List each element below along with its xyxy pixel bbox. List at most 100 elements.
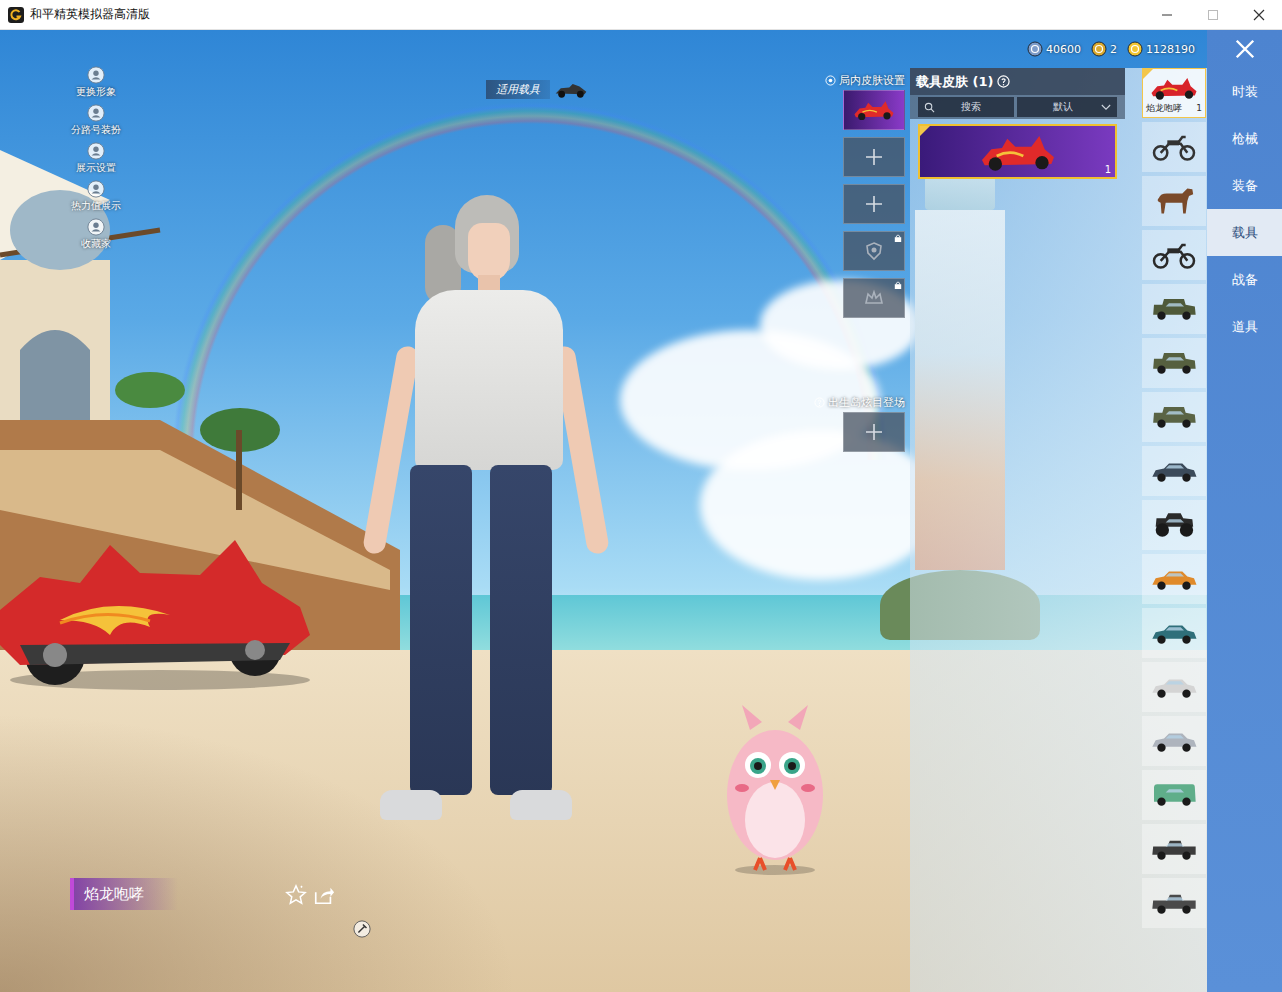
- menu-label: 更换形象: [76, 85, 116, 98]
- category-tab[interactable]: 载具: [1207, 209, 1282, 256]
- currency-amount: 1128190: [1146, 43, 1195, 56]
- category-tab[interactable]: 时装: [1207, 68, 1282, 115]
- menu-label: 展示设置: [76, 161, 116, 174]
- search-field[interactable]: 搜索: [918, 97, 1014, 117]
- panel-title: 载具皮肤 (1): [916, 73, 993, 91]
- side-menu-item[interactable]: 热力值展示: [58, 180, 134, 212]
- vehicle-icon: [1149, 132, 1199, 162]
- skin-slot[interactable]: [843, 278, 905, 318]
- category-tab[interactable]: 战备: [1207, 256, 1282, 303]
- close-window-button[interactable]: [1236, 0, 1282, 29]
- currency: 40600: [1027, 41, 1081, 57]
- currency-bar: 40600 2 1128190: [810, 30, 1207, 68]
- flame-dragon-car: [0, 515, 310, 690]
- plus-icon: [864, 194, 884, 214]
- window-title: 和平精英模拟器高清版: [30, 6, 150, 23]
- category-tabs: 时装枪械装备载具战备道具: [1207, 30, 1282, 992]
- help-icon[interactable]: [997, 75, 1010, 88]
- vehicle-item[interactable]: [1142, 284, 1206, 334]
- search-icon: [924, 102, 935, 113]
- help-icon[interactable]: [814, 397, 825, 408]
- character-shoe: [510, 790, 572, 820]
- vehicle-caption: 焰龙咆哮1: [1143, 103, 1205, 114]
- slot-group-label: 局内皮肤设置: [839, 73, 905, 88]
- tab-label: 战备: [1232, 271, 1258, 289]
- side-menu-item[interactable]: 分路号装扮: [58, 104, 134, 136]
- ship: [0, 90, 400, 650]
- close-button[interactable]: [1207, 30, 1282, 68]
- vehicle-item[interactable]: [1142, 770, 1206, 820]
- vehicle-list: 焰龙咆哮1: [1142, 68, 1206, 992]
- applicable-vehicle-label: 适用载具: [486, 80, 550, 99]
- vehicle-item[interactable]: [1142, 824, 1206, 874]
- vehicle-item[interactable]: [1142, 176, 1206, 226]
- right-area: 40600 2 1128190 局内皮肤设置出生岛炫目登场载具皮肤 (1) 搜索 默认 1 焰…: [810, 30, 1207, 992]
- tool-icon[interactable]: [353, 920, 371, 938]
- vehicle-item[interactable]: [1142, 608, 1206, 658]
- lock-icon: [894, 234, 902, 242]
- side-menu-item[interactable]: 展示设置: [58, 142, 134, 174]
- menu-icon: [87, 218, 105, 236]
- selected-corner: [920, 126, 930, 136]
- close-icon: [1253, 9, 1265, 21]
- menu-icon: [87, 142, 105, 160]
- in-match-skin-slots: 局内皮肤设置出生岛炫目登场: [810, 68, 910, 992]
- plus-icon: [864, 147, 884, 167]
- vehicle-item[interactable]: [1142, 878, 1206, 928]
- skin-card[interactable]: 1: [918, 124, 1117, 179]
- character-jeans: [410, 465, 472, 795]
- coin-icon: [1091, 41, 1107, 57]
- vehicle-item[interactable]: [1142, 500, 1206, 550]
- slot-group-title: 局内皮肤设置: [825, 72, 905, 88]
- category-tab[interactable]: 枪械: [1207, 115, 1282, 162]
- vehicle-icon: [1149, 294, 1199, 324]
- minimize-button[interactable]: [1144, 0, 1190, 29]
- skin-slot[interactable]: [843, 90, 905, 130]
- entrance-slot[interactable]: [843, 412, 905, 452]
- vehicle-item[interactable]: [1142, 446, 1206, 496]
- vehicle-skin-panel: 载具皮肤 (1) 搜索 默认 1: [910, 68, 1125, 992]
- game-content: 更换形象分路号装扮展示设置热力值展示收藏家 适用载具焰龙咆哮 40600 2 11281…: [0, 30, 1282, 992]
- plus-icon: [864, 422, 884, 442]
- slot-list: [843, 412, 905, 452]
- sort-dropdown[interactable]: 默认: [1017, 97, 1117, 117]
- category-tab[interactable]: 道具: [1207, 303, 1282, 350]
- favorite-star-icon[interactable]: [285, 884, 307, 906]
- maximize-button[interactable]: [1190, 0, 1236, 29]
- side-menu-item[interactable]: 更换形象: [58, 66, 134, 98]
- skin-slot[interactable]: [843, 231, 905, 271]
- vehicle-icon: [1149, 672, 1199, 702]
- share-icon[interactable]: [313, 884, 335, 906]
- vehicle-item[interactable]: [1142, 554, 1206, 604]
- coin-icon: [1127, 41, 1143, 57]
- skin-slot[interactable]: [843, 137, 905, 177]
- vehicle-icon: [1149, 564, 1199, 594]
- category-tab[interactable]: 装备: [1207, 162, 1282, 209]
- lock-icon: [894, 281, 902, 289]
- vehicle-item[interactable]: [1142, 392, 1206, 442]
- chevron-down-icon: [1101, 104, 1111, 111]
- vehicle-icon: [554, 81, 588, 99]
- vehicle-icon: [1149, 888, 1199, 918]
- character-shoe: [380, 790, 442, 820]
- applicable-vehicle-badge: 适用载具: [486, 80, 588, 99]
- vehicle-item[interactable]: [1142, 230, 1206, 280]
- vehicle-item[interactable]: [1142, 662, 1206, 712]
- menu-icon: [87, 104, 105, 122]
- vehicle-item[interactable]: [1142, 338, 1206, 388]
- currency: 2: [1091, 41, 1117, 57]
- skin-slot[interactable]: [843, 184, 905, 224]
- character-shirt: [415, 290, 563, 470]
- vehicle-item[interactable]: 焰龙咆哮1: [1142, 68, 1206, 118]
- vehicle-item[interactable]: [1142, 716, 1206, 766]
- vehicle-item[interactable]: [1142, 122, 1206, 172]
- sort-value: 默认: [1053, 100, 1073, 114]
- skin-name: 焰龙咆哮: [84, 885, 144, 903]
- menu-icon: [87, 66, 105, 84]
- menu-label: 热力值展示: [71, 199, 121, 212]
- tab-label: 装备: [1232, 177, 1258, 195]
- vehicle-icon: [1149, 834, 1199, 864]
- vehicle-icon: [1149, 240, 1199, 270]
- tab-label: 枪械: [1232, 130, 1258, 148]
- side-menu-item[interactable]: 收藏家: [58, 218, 134, 250]
